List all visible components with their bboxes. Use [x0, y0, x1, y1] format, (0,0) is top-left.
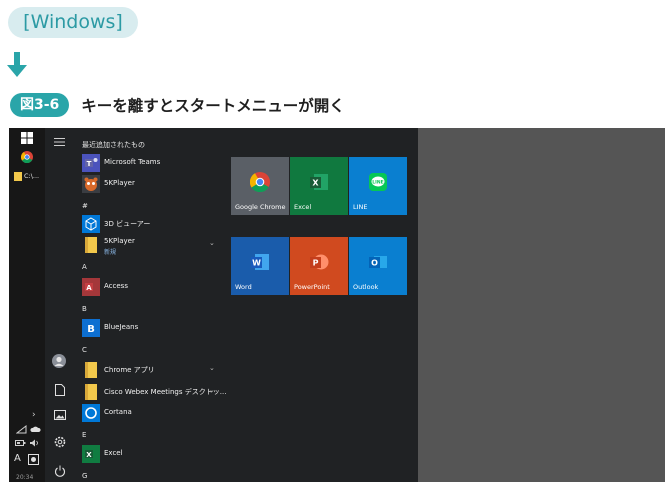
- app-item-label: Access: [104, 282, 128, 290]
- down-arrow-icon: [7, 52, 27, 77]
- windows-start-icon[interactable]: [21, 132, 33, 144]
- chevron-right-icon[interactable]: ›: [32, 410, 36, 420]
- group-header-a[interactable]: A: [82, 263, 87, 271]
- group-header-g[interactable]: G: [82, 472, 87, 480]
- picture-icon[interactable]: [54, 410, 66, 420]
- app-item-bluejeans[interactable]: B BlueJeans: [79, 318, 229, 338]
- cortana-icon: [82, 404, 100, 422]
- taskbar: C:\... › A 20:34: [9, 128, 45, 482]
- app-item-label: Chrome アプリ: [104, 366, 155, 374]
- svg-text:T: T: [87, 160, 92, 168]
- pinned-folder-label: C:\...: [24, 172, 40, 180]
- battery-icon[interactable]: [15, 439, 26, 447]
- figure-title: キーを離すとスタートメニューが開く: [81, 97, 345, 115]
- svg-text:LINE: LINE: [372, 180, 383, 186]
- folder-icon: [85, 362, 97, 378]
- user-avatar-icon[interactable]: [52, 354, 66, 368]
- svg-text:A: A: [86, 284, 92, 292]
- folder-icon: [85, 384, 97, 400]
- svg-text:W: W: [252, 259, 261, 268]
- outlook-icon: O: [369, 256, 387, 268]
- tile-line[interactable]: LINE LINE: [349, 157, 407, 215]
- tile-label: PowerPoint: [294, 283, 330, 291]
- chevron-down-icon[interactable]: ⌄: [209, 386, 215, 394]
- app-item-chrome-apps[interactable]: Chrome アプリ ⌄: [79, 360, 229, 380]
- app-item-cortana[interactable]: Cortana: [79, 403, 229, 423]
- access-icon: A: [82, 278, 100, 296]
- svg-text:X: X: [86, 451, 92, 459]
- app-item-teams[interactable]: T Microsoft Teams: [79, 153, 229, 173]
- pinned-folder-item[interactable]: C:\...: [14, 171, 44, 183]
- chrome-icon: [250, 172, 270, 192]
- 5kplayer-icon: [82, 175, 100, 193]
- app-item-excel[interactable]: X Excel: [79, 444, 229, 464]
- figure-caption: 図3-6 キーを離すとスタートメニューが開く: [10, 92, 345, 118]
- word-icon: W: [251, 254, 269, 270]
- tile-label: Outlook: [353, 283, 379, 291]
- folder-icon: [85, 237, 97, 253]
- document-icon[interactable]: [55, 384, 65, 396]
- teams-icon: T: [82, 154, 100, 172]
- start-menu: C:\... › A 20:34 最近追加されたもの T Microsoft T…: [9, 128, 418, 482]
- folder-icon: [14, 172, 22, 181]
- app-item-label: 5KPlayer: [104, 179, 135, 187]
- tile-excel[interactable]: X Excel: [290, 157, 348, 215]
- chevron-down-icon[interactable]: ⌄: [209, 239, 215, 247]
- tile-google-chrome[interactable]: Google Chrome: [231, 157, 289, 215]
- chrome-taskbar-icon[interactable]: [21, 151, 33, 163]
- power-icon[interactable]: [54, 465, 66, 477]
- excel-icon: X: [82, 445, 100, 463]
- excel-icon: X: [310, 174, 328, 190]
- notification-icon[interactable]: [28, 454, 39, 465]
- wifi-icon[interactable]: [16, 425, 27, 434]
- tile-label: Google Chrome: [235, 203, 286, 211]
- figure-badge: 図3-6: [10, 93, 70, 117]
- recent-header: 最近追加されたもの: [82, 141, 145, 149]
- tile-word[interactable]: W Word: [231, 237, 289, 295]
- tile-label: Excel: [294, 203, 312, 211]
- app-item-label: 5KPlayer: [104, 237, 135, 245]
- svg-text:P: P: [313, 259, 319, 268]
- app-item-access[interactable]: A Access: [79, 277, 229, 297]
- desktop-screenshot: C:\... › A 20:34 最近追加されたもの T Microsoft T…: [9, 128, 665, 482]
- tile-label: LINE: [353, 203, 368, 211]
- new-badge: 新規: [104, 249, 117, 256]
- speaker-icon[interactable]: [29, 439, 40, 447]
- chevron-down-icon[interactable]: ⌄: [209, 364, 215, 372]
- app-item-label: Cortana: [104, 408, 132, 416]
- ime-mode-icon[interactable]: A: [14, 453, 21, 464]
- app-item-label: Microsoft Teams: [104, 158, 161, 166]
- group-header-c[interactable]: C: [82, 346, 87, 354]
- app-item-label: 3D ビューアー: [104, 220, 151, 228]
- taskbar-clock: 20:34: [16, 474, 34, 481]
- tile-label: Word: [235, 283, 252, 291]
- tile-powerpoint[interactable]: P PowerPoint: [290, 237, 348, 295]
- cloud-icon[interactable]: [30, 425, 41, 433]
- app-list: 最近追加されたもの T Microsoft Teams 5KPlayer # 3…: [79, 128, 229, 482]
- app-item-3d-viewer[interactable]: 3D ビューアー: [79, 214, 229, 234]
- app-item-label: Excel: [104, 449, 123, 457]
- 3d-viewer-icon: [82, 215, 100, 233]
- tile-outlook[interactable]: O Outlook: [349, 237, 407, 295]
- group-header-hash[interactable]: #: [82, 202, 88, 210]
- app-item-label: BlueJeans: [104, 323, 139, 331]
- gear-icon[interactable]: [54, 436, 66, 448]
- group-header-e[interactable]: E: [82, 431, 86, 439]
- hamburger-menu-icon[interactable]: [54, 138, 65, 146]
- svg-text:X: X: [312, 179, 319, 188]
- bluejeans-icon: B: [82, 319, 100, 337]
- app-item-webex[interactable]: Cisco Webex Meetings デスクトッ... ⌄: [79, 382, 229, 402]
- powerpoint-icon: P: [310, 254, 329, 270]
- app-item-5kplayer-folder[interactable]: 5KPlayer 新規 ⌄: [79, 235, 229, 256]
- start-side-column: [45, 128, 75, 482]
- line-icon: LINE: [369, 173, 387, 191]
- svg-text:B: B: [87, 324, 95, 335]
- platform-label: [Windows]: [8, 7, 138, 38]
- app-item-5kplayer[interactable]: 5KPlayer: [79, 174, 229, 194]
- svg-text:O: O: [371, 259, 378, 268]
- group-header-b[interactable]: B: [82, 305, 87, 313]
